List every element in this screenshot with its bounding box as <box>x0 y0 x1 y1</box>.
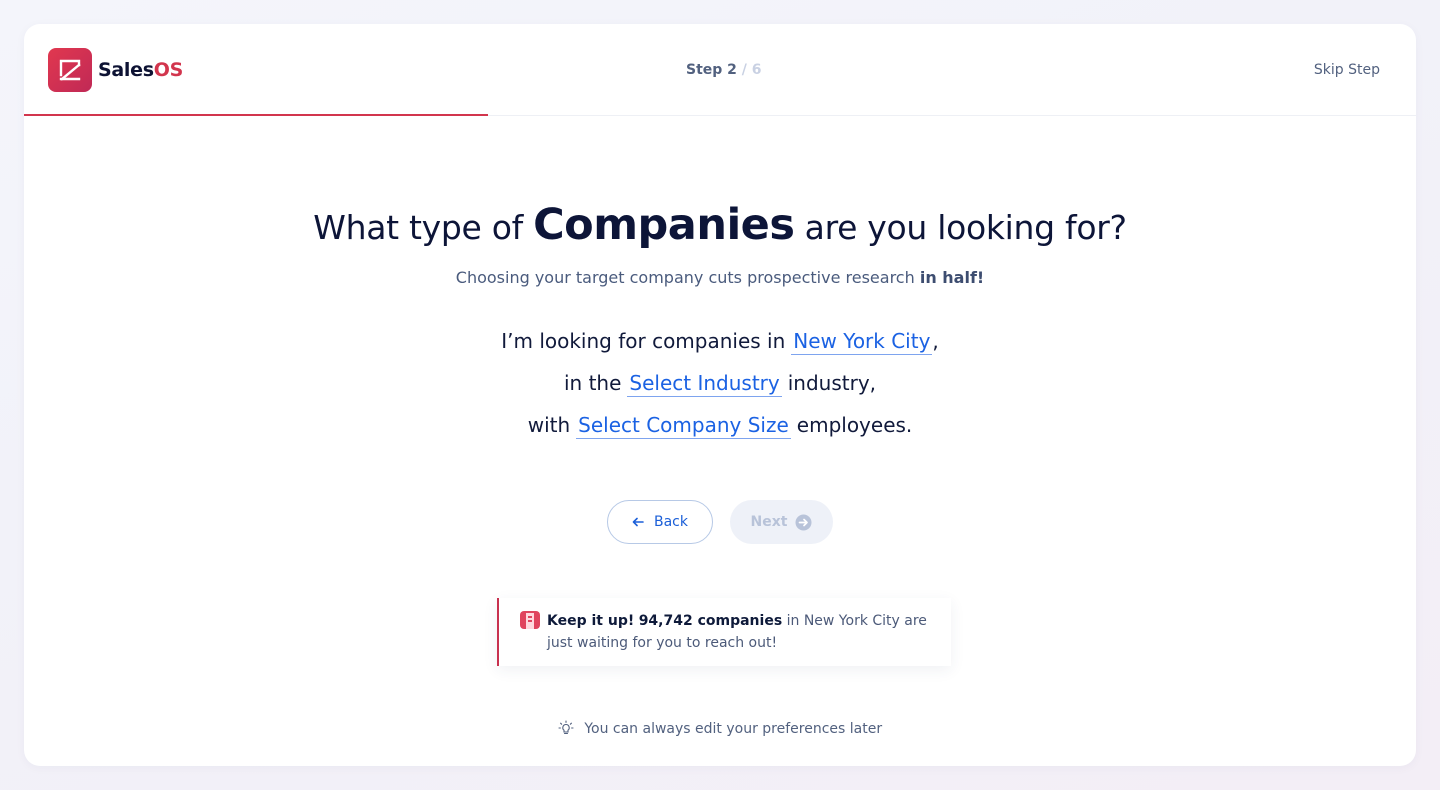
preferences-tip: You can always edit your preferences lat… <box>24 720 1416 737</box>
encouragement-notice: Keep it up! 94,742 companies in New York… <box>497 598 951 666</box>
location-selector[interactable]: New York City <box>791 328 933 355</box>
step-separator: / <box>741 62 747 78</box>
logo-mark-icon <box>48 48 92 92</box>
page-title: What type of Companies are you looking f… <box>313 200 1127 250</box>
notice-count: 94,742 companies <box>638 613 783 629</box>
onboarding-card: SalesOS Step 2 / 6 Skip Step What type o… <box>24 24 1416 766</box>
company-size-selector[interactable]: Select Company Size <box>576 412 791 439</box>
step-current: Step 2 <box>686 62 737 78</box>
step-total: 6 <box>751 62 762 78</box>
step-indicator: Step 2 / 6 <box>686 62 762 78</box>
location-sentence: I’m looking for companies in New York Cit… <box>501 328 939 355</box>
title-emphasis: Companies <box>533 200 795 250</box>
industry-sentence: in the Select Industry industry, <box>563 370 877 397</box>
next-button[interactable]: Next <box>730 500 833 544</box>
logo[interactable]: SalesOS <box>48 48 183 92</box>
skip-step-button[interactable]: Skip Step <box>1314 62 1380 78</box>
building-icon <box>520 611 540 629</box>
company-size-sentence: with Select Company Size employees. <box>527 412 913 439</box>
back-button[interactable]: Back <box>607 500 713 544</box>
arrow-right-circle-icon <box>795 514 812 530</box>
lightbulb-icon <box>558 720 574 735</box>
arrow-left-icon <box>632 517 644 527</box>
header: SalesOS Step 2 / 6 Skip Step <box>24 24 1416 116</box>
brand-name: SalesOS <box>98 59 183 81</box>
progress-bar <box>24 114 488 116</box>
industry-selector[interactable]: Select Industry <box>627 370 782 397</box>
page-subtitle: Choosing your target company cuts prospe… <box>455 268 985 287</box>
notice-lead: Keep it up! <box>547 613 635 629</box>
